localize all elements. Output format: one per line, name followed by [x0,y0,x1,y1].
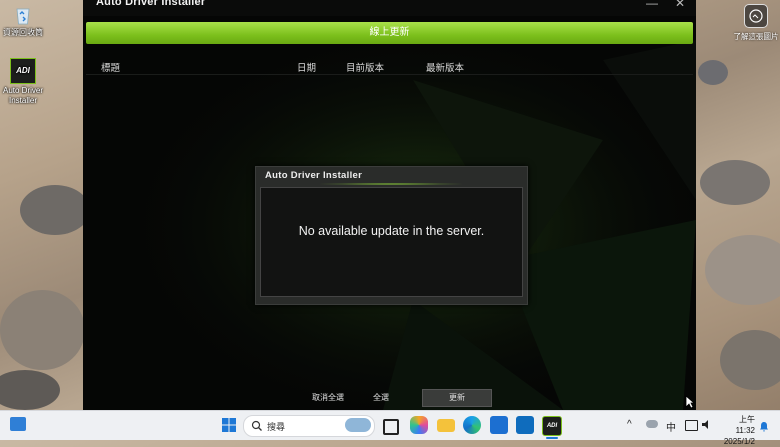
clock-date: 2025/1/2 [723,437,755,446]
outlook-icon[interactable] [516,416,534,434]
dialog-message: No available update in the server. [298,224,485,238]
list-header: 標題 日期 目前版本 最新版本 [83,60,696,74]
chevron-up-icon[interactable]: ^ [627,419,632,430]
window-title: Auto Driver Installer [96,0,206,8]
volume-icon[interactable] [701,419,712,430]
clock-time: 上午 11:32 [735,415,755,435]
message-dialog: Auto Driver Installer No available updat… [255,166,528,305]
recycle-bin-icon [12,4,34,26]
adi-taskbar-icon[interactable]: ADI [542,416,562,436]
file-explorer-icon[interactable] [437,419,455,432]
search-box[interactable]: 搜尋 [243,415,375,437]
adi-shortcut-label: Auto Driver Installer [2,86,43,105]
learn-about-picture[interactable]: 了解這張圖片 [728,4,780,42]
select-all-button[interactable]: 全選 [373,392,389,403]
task-view-icon[interactable] [383,419,399,435]
search-icon [251,420,262,431]
widgets-icon[interactable] [10,417,26,431]
desktop-rock [720,330,780,390]
desktop-rock [0,290,85,370]
cancel-all-button[interactable]: 取消全選 [312,392,344,403]
column-current-version[interactable]: 目前版本 [346,60,384,74]
desktop-rock [0,370,60,410]
start-button[interactable] [220,416,238,434]
minimize-button[interactable]: — [639,0,665,14]
desktop-rock [700,160,770,205]
desktop-rock [698,60,728,85]
notification-bell-icon[interactable] [759,421,769,432]
divider [86,74,693,75]
column-title[interactable]: 標題 [101,60,120,74]
recycle-bin-shortcut[interactable]: 資源回收筒 [0,4,58,38]
desktop-rock [705,235,780,305]
dialog-body: No available update in the server. [260,187,523,297]
search-placeholder: 搜尋 [267,422,286,432]
copilot-icon[interactable] [410,416,428,434]
camera-icon [744,4,768,28]
close-button[interactable]: ✕ [667,0,693,14]
update-button[interactable]: 更新 [422,389,492,407]
store-icon[interactable] [490,416,508,434]
adi-shortcut[interactable]: ADI Auto Driver Installer [0,58,58,106]
dialog-accent-line [316,183,466,185]
online-update-button[interactable]: 線上更新 [86,22,693,44]
ime-indicator[interactable]: 中 [666,419,676,434]
recycle-bin-label: 資源回收筒 [3,28,43,37]
dialog-title: Auto Driver Installer [265,170,363,181]
column-latest-version[interactable]: 最新版本 [426,60,464,74]
search-highlight-icon [345,418,371,432]
edge-icon[interactable] [463,416,481,434]
cloud-icon[interactable] [646,420,658,428]
column-date[interactable]: 日期 [297,60,316,74]
clock[interactable]: 上午 11:32 2025/1/2 [719,414,755,447]
learn-label: 了解這張圖片 [733,32,779,41]
adi-app-icon: ADI [10,58,36,84]
mouse-cursor-icon [685,395,695,409]
network-icon[interactable] [685,420,698,431]
desktop-rock [20,185,90,235]
title-bar[interactable]: Auto Driver Installer — ✕ [83,0,696,16]
taskbar: 搜尋 ADI ^ 中 上午 11:32 2025/1/2 [0,410,780,446]
